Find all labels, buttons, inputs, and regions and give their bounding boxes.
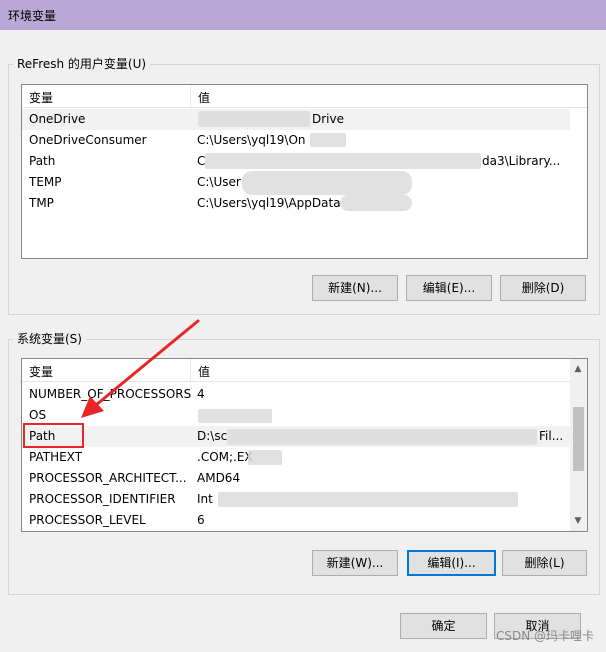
var-value: Int bbox=[197, 492, 213, 506]
var-name: NUMBER_OF_PROCESSORS bbox=[29, 387, 192, 401]
system-list-scrollbar[interactable]: ▲ ▼ bbox=[570, 359, 587, 531]
var-value: C:\Users\yql19\AppData bbox=[197, 196, 341, 210]
var-value-tail: Fil... bbox=[539, 429, 564, 443]
table-row[interactable]: NUMBER_OF_PROCESSORS 4 bbox=[22, 384, 570, 405]
user-new-button[interactable]: 新建(N)... bbox=[312, 275, 398, 301]
var-name: TMP bbox=[29, 196, 54, 210]
system-new-button[interactable]: 新建(W)... bbox=[312, 550, 398, 576]
redaction-blur bbox=[198, 409, 272, 423]
header-variable[interactable]: 变量 bbox=[29, 89, 53, 106]
var-name: TEMP bbox=[29, 175, 62, 189]
var-name: OneDriveConsumer bbox=[29, 133, 147, 147]
redaction-blur bbox=[310, 133, 346, 147]
system-edit-button[interactable]: 编辑(I)... bbox=[407, 550, 496, 576]
environment-variables-dialog: 环境变量 ReFresh 的用户变量(U) 变量 值 OneDrive Driv… bbox=[0, 0, 606, 652]
redaction-blur bbox=[218, 492, 518, 507]
var-value-tail: da3\Library... bbox=[482, 154, 561, 168]
header-value[interactable]: 值 bbox=[198, 363, 210, 380]
window-title: 环境变量 bbox=[8, 9, 57, 23]
redaction-blur bbox=[340, 195, 412, 211]
user-variables-list[interactable]: 变量 值 OneDrive Drive OneDriveConsumer C:\… bbox=[21, 84, 588, 259]
table-row[interactable]: PROCESSOR_ARCHITECT... AMD64 bbox=[22, 468, 570, 489]
column-separator[interactable] bbox=[190, 359, 191, 381]
column-separator[interactable] bbox=[190, 85, 191, 107]
redaction-blur bbox=[205, 153, 481, 169]
system-list-header: 变量 值 bbox=[22, 359, 587, 382]
var-name: PROCESSOR_LEVEL bbox=[29, 513, 146, 527]
table-row[interactable]: OS bbox=[22, 405, 570, 426]
var-value: AMD64 bbox=[197, 471, 241, 485]
var-name: OneDrive bbox=[29, 112, 86, 126]
var-value: 4 bbox=[197, 387, 205, 401]
scrollbar-thumb[interactable] bbox=[573, 407, 584, 471]
header-variable[interactable]: 变量 bbox=[29, 363, 53, 380]
table-row[interactable]: PROCESSOR_LEVEL 6 bbox=[22, 510, 570, 531]
system-variables-list[interactable]: 变量 值 NUMBER_OF_PROCESSORS 4 OS Path D:\s… bbox=[21, 358, 588, 532]
user-delete-button[interactable]: 删除(D) bbox=[500, 275, 586, 301]
var-name: OS bbox=[29, 408, 47, 422]
var-value: D:\sc bbox=[197, 429, 228, 443]
system-delete-button[interactable]: 删除(L) bbox=[502, 550, 587, 576]
var-value: C:\User bbox=[197, 175, 241, 189]
scroll-down-icon[interactable]: ▼ bbox=[570, 513, 586, 529]
var-value: 6 bbox=[197, 513, 205, 527]
var-name: PROCESSOR_IDENTIFIER bbox=[29, 492, 176, 506]
ok-button[interactable]: 确定 bbox=[400, 613, 487, 639]
system-variables-label: 系统变量(S) bbox=[13, 332, 86, 346]
redaction-blur bbox=[227, 429, 537, 445]
redaction-blur bbox=[198, 111, 310, 127]
var-name: PROCESSOR_ARCHITECT... bbox=[29, 471, 187, 485]
redaction-blur bbox=[242, 171, 412, 195]
redaction-blur bbox=[248, 450, 282, 465]
var-name: PATHEXT bbox=[29, 450, 83, 464]
var-value: C:\Users\yql19\On bbox=[197, 133, 306, 147]
header-value[interactable]: 值 bbox=[198, 89, 210, 106]
var-value: .COM;.EX bbox=[197, 450, 253, 464]
user-edit-button[interactable]: 编辑(E)... bbox=[406, 275, 492, 301]
user-list-header: 变量 值 bbox=[22, 85, 587, 108]
var-name: Path bbox=[29, 154, 56, 168]
table-row[interactable]: TMP C:\Users\yql19\AppData bbox=[22, 193, 570, 214]
user-variables-label: ReFresh 的用户变量(U) bbox=[13, 57, 151, 71]
var-value: Drive bbox=[312, 112, 344, 126]
table-row[interactable]: PATHEXT .COM;.EX bbox=[22, 447, 570, 468]
watermark: CSDN @玛卡哩卡 bbox=[495, 629, 594, 643]
table-row[interactable]: OneDriveConsumer C:\Users\yql19\On bbox=[22, 130, 570, 151]
annotation-highlight-box bbox=[23, 423, 84, 448]
title-bar[interactable]: 环境变量 bbox=[0, 0, 606, 30]
scroll-up-icon[interactable]: ▲ bbox=[570, 361, 586, 377]
